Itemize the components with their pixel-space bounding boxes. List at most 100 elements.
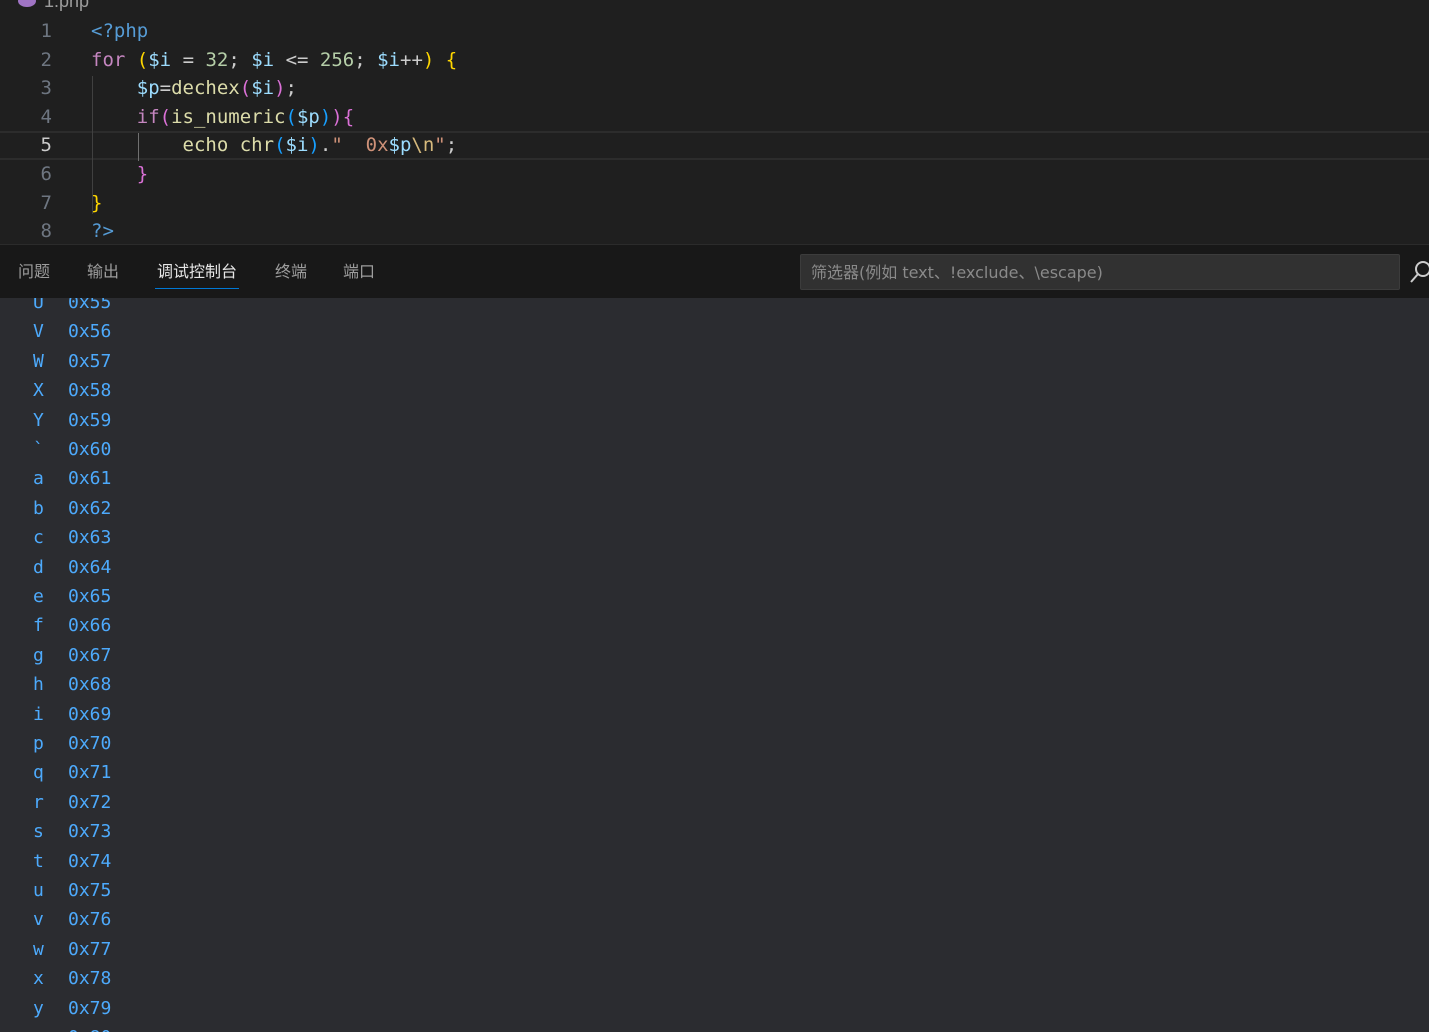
console-hex: 0x62 — [68, 497, 112, 519]
debug-console-output[interactable]: U 0x55 V 0x56 W 0x57 X 0x58 Y 0x59 ` 0x60 a 0x61 b 0x62… — [0, 298, 1429, 1032]
console-filter-input[interactable] — [800, 254, 1400, 290]
console-hex: 0x57 — [68, 350, 112, 372]
code-token: ; — [285, 77, 297, 100]
console-hex: 0x78 — [68, 968, 112, 990]
console-line: u 0x75 — [0, 876, 400, 905]
panel-tab[interactable]: 调试控制台 — [154, 245, 240, 297]
code-token: } — [136, 163, 149, 185]
indent-guide-active — [138, 133, 139, 161]
console-char: p — [33, 733, 44, 754]
code-line[interactable]: 7} — [0, 189, 1429, 218]
code-token: = — [159, 77, 172, 100]
line-number: 4 — [40, 105, 52, 128]
code-token: $i — [148, 48, 172, 71]
console-char: c — [33, 527, 44, 549]
console-char: y — [33, 997, 44, 1019]
console-hex: 0x67 — [68, 644, 112, 666]
console-char: f — [33, 615, 44, 637]
code-token: ) — [422, 48, 435, 71]
console-line: v 0x76 — [0, 905, 400, 934]
panel-tab[interactable]: 输出 — [87, 245, 119, 297]
console-hex: 0x60 — [68, 439, 112, 460]
code-editor[interactable]: 1.php 1 <?php 2 for ($i = 32; $i <= 256; $i… — [0, 0, 1429, 244]
code-token: ( — [159, 105, 172, 128]
code-token: <= — [274, 48, 320, 71]
console-line: h 0x68 — [0, 670, 400, 699]
code-token: chr — [239, 134, 275, 157]
console-line: V 0x56 — [0, 317, 400, 346]
code-token: \n — [411, 134, 435, 157]
code-line[interactable]: 4 if(is_numeric($p)){ — [0, 103, 1429, 132]
line-number: 7 — [40, 191, 52, 214]
console-hex: 0x76 — [68, 909, 112, 931]
console-char: a — [33, 468, 44, 490]
console-char: z — [33, 1023, 44, 1032]
console-hex: 0x75 — [68, 880, 112, 901]
code-text: $p=dechex($i); — [91, 74, 297, 103]
console-hex: 0x69 — [68, 703, 112, 725]
console-char: g — [33, 644, 44, 666]
code-text: <?php — [91, 17, 148, 46]
indent-guide — [92, 76, 93, 214]
code-text: } — [91, 160, 148, 189]
line-number: 2 — [40, 48, 52, 71]
console-hex: 0x79 — [68, 997, 112, 1019]
console-line: X 0x58 — [0, 376, 400, 405]
code-token: ?> — [91, 220, 114, 243]
code-line[interactable]: 6 } — [0, 160, 1429, 189]
code-token: ) — [331, 105, 343, 128]
console-line: W 0x57 — [0, 347, 400, 376]
console-char: X — [33, 380, 44, 402]
code-token: for — [91, 48, 126, 71]
console-hex: 0x66 — [68, 615, 112, 637]
code-token: ( — [285, 105, 297, 128]
code-token: echo — [182, 134, 229, 157]
code-token: ) — [308, 134, 320, 157]
code-line[interactable]: 2 for ($i = 32; $i <= 256; $i++) { — [0, 46, 1429, 75]
console-line: b 0x62 — [0, 494, 400, 523]
console-hex: 0x80 — [68, 1023, 111, 1032]
code-line[interactable]: 3 $p=dechex($i); — [0, 74, 1429, 103]
panel-header: 问题 输出 调试控制台 终端 端口 — [0, 244, 1429, 298]
editor-tab[interactable]: 1.php — [18, 0, 89, 11]
line-number: 3 — [40, 77, 52, 100]
console-hex: 0x72 — [68, 791, 112, 813]
code-token: <?php — [91, 20, 149, 42]
console-line: U 0x55 — [0, 298, 400, 317]
code-token: ; — [228, 48, 252, 71]
code-line[interactable]: 8 ?> — [0, 217, 1429, 244]
console-hex: 0x71 — [68, 762, 112, 784]
console-hex: 0x68 — [68, 674, 112, 696]
panel-tab[interactable]: 终端 — [275, 245, 307, 297]
code-token: is_numeric — [171, 105, 286, 128]
code-token: " — [434, 134, 446, 157]
console-hex: 0x59 — [68, 409, 112, 431]
code-line[interactable]: 1 <?php — [0, 17, 1429, 46]
console-line: x 0x78 — [0, 964, 400, 993]
console-line: f 0x66 — [0, 611, 400, 640]
code-token: dechex — [171, 77, 240, 100]
panel-tab[interactable]: 问题 — [18, 245, 50, 297]
console-char: r — [33, 791, 44, 813]
console-line: s 0x73 — [0, 817, 400, 846]
code-text: for ($i = 32; $i <= 256; $i++) { — [91, 46, 457, 75]
console-hex: 0x70 — [68, 733, 112, 754]
code-token: $i — [377, 48, 400, 71]
console-char: s — [33, 821, 44, 843]
code-text: if(is_numeric($p)){ — [91, 103, 354, 132]
console-line: z 0x80 — [0, 1023, 400, 1032]
search-icon[interactable] — [1408, 258, 1429, 286]
panel-tab[interactable]: 端口 — [343, 245, 375, 297]
code-text: ?> — [91, 217, 114, 244]
console-line: y 0x79 — [0, 994, 400, 1023]
console-char: i — [33, 703, 44, 725]
console-char: x — [33, 968, 44, 990]
code-token: $i — [251, 77, 275, 100]
console-hex: 0x77 — [68, 938, 112, 960]
code-line[interactable]: 5 echo chr($i)." 0x$p\n"; — [0, 131, 1429, 160]
code-token: $p — [136, 77, 160, 100]
